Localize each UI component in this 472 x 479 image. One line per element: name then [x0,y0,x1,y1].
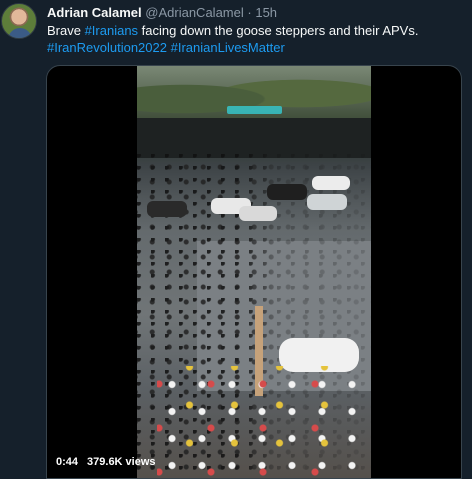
video-scene-car [239,206,277,221]
tweet-text-middle: facing down the goose steppers and their… [138,23,419,38]
hashtag-iranrevolution2022[interactable]: #IranRevolution2022 [47,40,167,55]
video-scene-car [267,184,307,200]
video-duration: 0:44 [56,456,79,468]
video-scene-shopfront [137,118,371,158]
video-info-overlay: 0:44 379.6K views [56,455,165,469]
tweet-text-prefix: Brave [47,23,85,38]
avatar-image [8,28,32,38]
hashtag-iranians[interactable]: #Iranians [85,23,138,38]
video-scene-car [307,194,347,210]
video-view-count: 379.6K views [87,456,156,468]
hashtag-iranianlivesmatter[interactable]: #IranianLivesMatter [171,40,285,55]
video-player[interactable]: 0:44 379.6K views [46,65,462,479]
tweet-timestamp[interactable]: 15h [255,5,277,20]
video-scene-car [147,201,187,217]
tweet[interactable]: Adrian Calamel @AdrianCalamel · 15h Brav… [0,0,472,479]
tweet-header: Adrian Calamel @AdrianCalamel · 15h [47,5,277,21]
author-handle[interactable]: @AdrianCalamel [145,5,243,20]
tweet-text: Brave #Iranians facing down the goose st… [47,22,462,56]
separator-dot: · [247,5,252,20]
video-scene-people [157,366,357,476]
author-name[interactable]: Adrian Calamel [47,5,142,20]
video-scene-sign [227,106,282,114]
video-scene-car [312,176,350,190]
avatar[interactable] [1,3,37,39]
video-frame [137,66,371,478]
